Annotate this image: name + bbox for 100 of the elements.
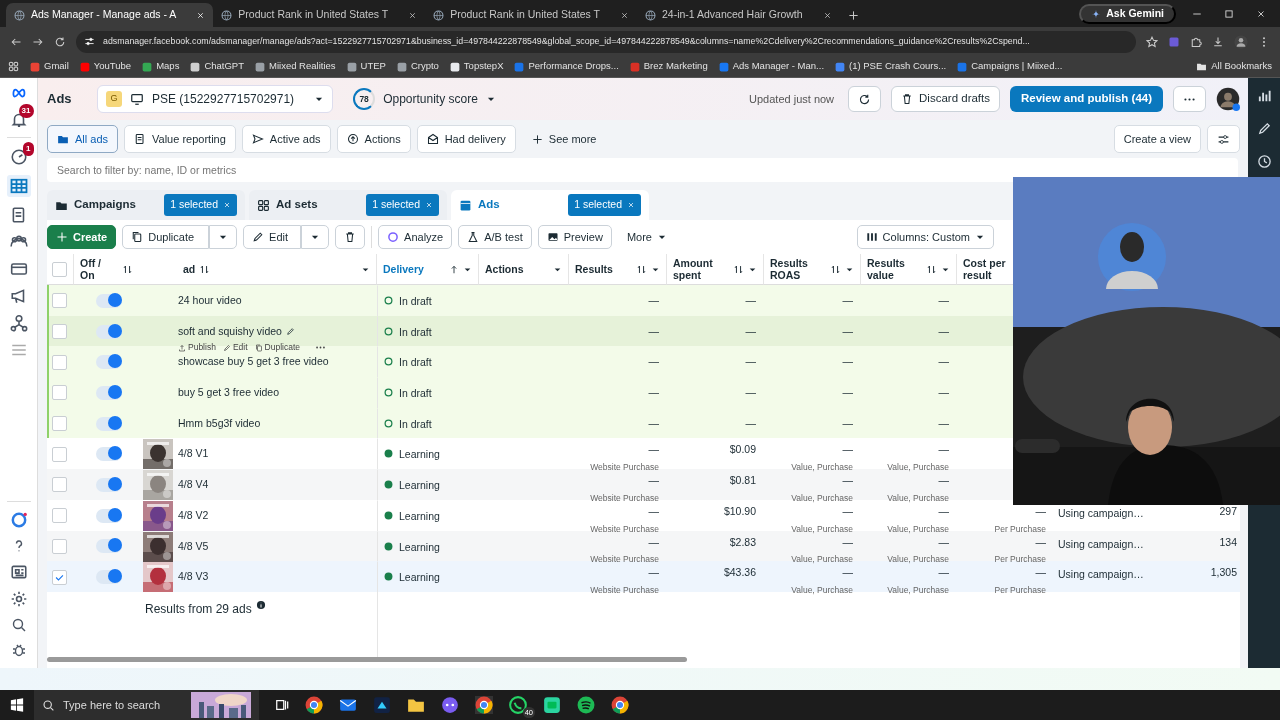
column-header[interactable]: Results ROAS [770,256,826,282]
columns-button[interactable]: Columns: Custom [856,225,994,249]
preview-button[interactable]: Preview [537,225,612,249]
delete-button[interactable] [335,225,366,249]
ad-name[interactable]: Hmm b5g3f video [178,415,261,432]
view-tab[interactable]: Active ads [241,125,331,153]
folder-icon[interactable] [407,696,425,714]
bookmark[interactable]: Maps [142,59,180,74]
row-checkbox[interactable] [52,569,67,585]
arrow-app-icon[interactable] [373,696,391,714]
toggle-switch[interactable] [96,355,122,370]
selection-chip[interactable]: 1 selected [164,194,237,216]
selection-chip[interactable]: 1 selected [366,194,439,216]
browser-tab[interactable]: Product Rank in United States T [425,3,637,27]
search-field[interactable]: Search to filter by: name, ID or metrics [47,158,1238,182]
row-checkbox[interactable] [52,446,67,462]
bookmark[interactable]: Brez Marketing [629,59,708,74]
sort-icon[interactable] [733,263,744,275]
ad-name[interactable]: showcase buy 5 get 3 free video [178,354,329,371]
bookmark[interactable]: Campaigns | Miixed... [957,59,1063,74]
duplicate-button[interactable]: Duplicate [122,225,210,249]
browser-icon[interactable] [305,696,323,714]
table-icon[interactable] [6,174,31,197]
level-tab[interactable]: Ad sets 1 selected [249,190,447,220]
column-header[interactable]: Amount spent [673,256,729,282]
create-button[interactable]: Create [47,225,117,249]
all-bookmarks[interactable]: All Bookmarks [1196,59,1272,74]
column-header[interactable]: ad [183,262,196,276]
close-icon[interactable] [196,10,206,20]
task-view-icon[interactable] [275,698,289,712]
column-header[interactable]: Delivery [383,262,445,276]
browser-tab[interactable]: 24-in-1 Advanced Hair Growth [636,3,840,27]
taskbar-search-field[interactable]: Type here to search [34,690,259,720]
close-icon[interactable] [822,10,832,20]
gauge-icon[interactable] [9,147,28,166]
toggle-switch[interactable] [96,324,122,339]
opportunity-score[interactable]: 78 Opportunity score [353,88,496,110]
ad-name[interactable]: 4/8 V1 [178,446,209,463]
bookmark[interactable]: (1) PSE Crash Cours... [835,59,947,74]
ad-name[interactable]: 4/8 V4 [178,477,209,493]
column-header[interactable]: Actions [485,262,549,276]
view-tab[interactable]: Actions [336,125,411,153]
profile-avatar-icon[interactable] [1216,87,1240,111]
toggle-switch[interactable] [96,416,122,431]
edit-button[interactable]: Edit [243,225,302,249]
row-checkbox[interactable] [52,324,67,340]
level-tab[interactable]: Campaigns 1 selected [47,190,245,220]
close-icon[interactable] [1256,8,1266,19]
analyze-button[interactable]: Analyze [378,225,453,249]
address-bar[interactable]: adsmanager.facebook.com/adsmanager/manage/ads?act=1522927715702971&business_id=497844222878549&global_scope_id=497844222878549&columns=name%2Cdelivery%2Crecommendations_guidance%2Cresults%2Cspend... [76,30,1136,53]
row-checkbox[interactable] [52,293,67,309]
filter-settings-button[interactable] [1207,125,1240,153]
publish-button[interactable]: Review and publish (44) [1010,86,1163,112]
news-icon[interactable] [9,563,28,581]
bookmark[interactable]: Crypto [396,59,439,74]
sort-icon[interactable] [122,263,133,275]
row-checkbox[interactable] [52,477,67,493]
sort-icon[interactable] [199,263,211,275]
select-all-checkbox[interactable] [52,261,67,277]
new-tab-icon[interactable] [847,10,859,21]
maximize-icon[interactable] [1224,8,1234,19]
selection-chip[interactable]: 1 selected [568,194,641,216]
bookmark[interactable]: ChatGPT [190,59,244,74]
sort-icon[interactable] [636,263,647,275]
toggle-switch[interactable] [96,293,122,308]
browser-icon[interactable] [475,696,493,714]
chat-app-icon[interactable] [441,696,459,714]
column-header[interactable]: Off / On [80,256,118,282]
refresh-button[interactable] [848,86,882,112]
network-icon[interactable] [9,313,28,332]
column-header[interactable]: Results value [867,256,922,282]
row-action-link[interactable]: Duplicate [254,341,300,355]
bookmark[interactable]: Miixed Realities [255,59,336,74]
ad-name[interactable]: 4/8 V2 [178,507,209,524]
horizontal-scrollbar[interactable] [47,657,687,662]
gemini-button[interactable]: Ask Gemini [1079,3,1176,24]
settings-icon[interactable] [9,590,28,608]
close-icon[interactable] [408,10,418,20]
music-app-icon[interactable] [577,696,595,714]
bug-icon[interactable] [10,642,27,658]
bookmark[interactable]: Performance Drops... [514,59,619,74]
toggle-switch[interactable] [96,508,122,523]
level-tab[interactable]: Ads 1 selected [451,190,649,220]
bar-chart-icon[interactable] [1256,88,1272,103]
toggle-switch[interactable] [96,539,122,554]
row-checkbox[interactable] [52,538,67,554]
phone-chat-icon[interactable] [509,696,527,715]
row-checkbox[interactable] [52,385,67,401]
toggle-switch[interactable] [96,385,122,400]
column-header[interactable]: Cost per result [963,256,1009,282]
ad-name[interactable]: soft and squishy video [178,323,282,340]
view-tab[interactable]: All ads [47,125,119,153]
browser-tab[interactable]: Ads Manager - Manage ads - A [6,3,214,27]
bookmark[interactable]: Gmail [30,59,69,74]
apps-grid-icon[interactable] [8,61,19,72]
ad-name[interactable]: buy 5 get 3 free video [178,385,279,401]
pencil-icon[interactable] [1256,121,1272,136]
windows-logo-icon[interactable] [10,698,24,712]
mail-icon[interactable] [339,696,357,714]
ad-name[interactable]: 4/8 V3 [178,569,209,585]
